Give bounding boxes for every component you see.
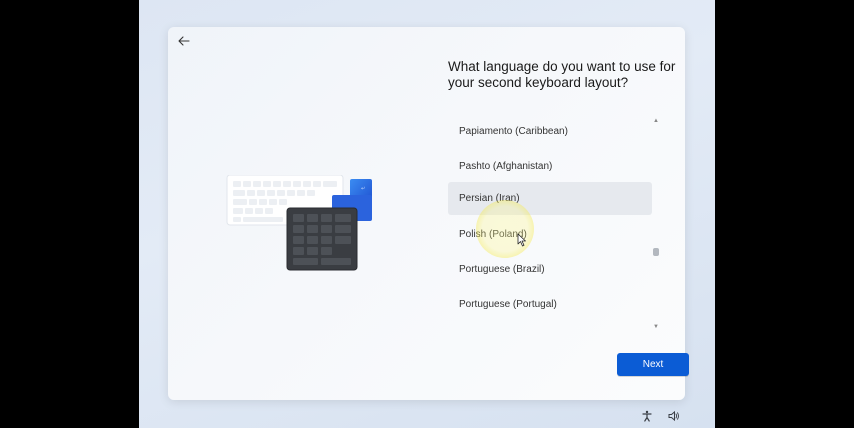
- oobe-screen: What language do you want to use for you…: [139, 0, 715, 428]
- list-scrollbar[interactable]: ▲ ▼: [652, 115, 660, 333]
- list-item[interactable]: Pashto (Afghanistan): [448, 150, 652, 183]
- list-item[interactable]: Papiamento (Caribbean): [448, 115, 652, 148]
- back-arrow-icon: [178, 36, 190, 46]
- chevron-down-icon[interactable]: ▼: [652, 323, 660, 331]
- mouse-pointer-icon: [517, 233, 526, 247]
- accessibility-icon[interactable]: [641, 410, 653, 422]
- back-button[interactable]: [174, 33, 194, 49]
- language-list: Papiamento (Caribbean) Pashto (Afghanist…: [448, 115, 652, 335]
- scroll-thumb[interactable]: [653, 248, 659, 256]
- volume-icon[interactable]: [668, 410, 680, 422]
- list-item-selected[interactable]: Persian (Iran): [448, 182, 652, 215]
- language-label: Pashto (Afghanistan): [459, 161, 553, 172]
- page-title: What language do you want to use for you…: [448, 59, 676, 90]
- language-label: Portuguese (Brazil): [459, 264, 545, 275]
- chevron-up-icon[interactable]: ▲: [652, 117, 660, 125]
- keyboard-illustration: ↵: [226, 175, 372, 271]
- next-button[interactable]: Next: [617, 353, 689, 376]
- language-label: Portuguese (Portugal): [459, 299, 557, 310]
- language-label: Persian (Iran): [459, 193, 520, 204]
- list-item[interactable]: Portuguese (Portugal): [448, 288, 652, 321]
- list-item[interactable]: Portuguese (Brazil): [448, 253, 652, 286]
- keyboard-layout-dialog: What language do you want to use for you…: [168, 27, 689, 400]
- language-label: Papiamento (Caribbean): [459, 126, 568, 137]
- svg-text:↵: ↵: [361, 186, 365, 192]
- list-item[interactable]: Polish (Poland): [448, 218, 652, 251]
